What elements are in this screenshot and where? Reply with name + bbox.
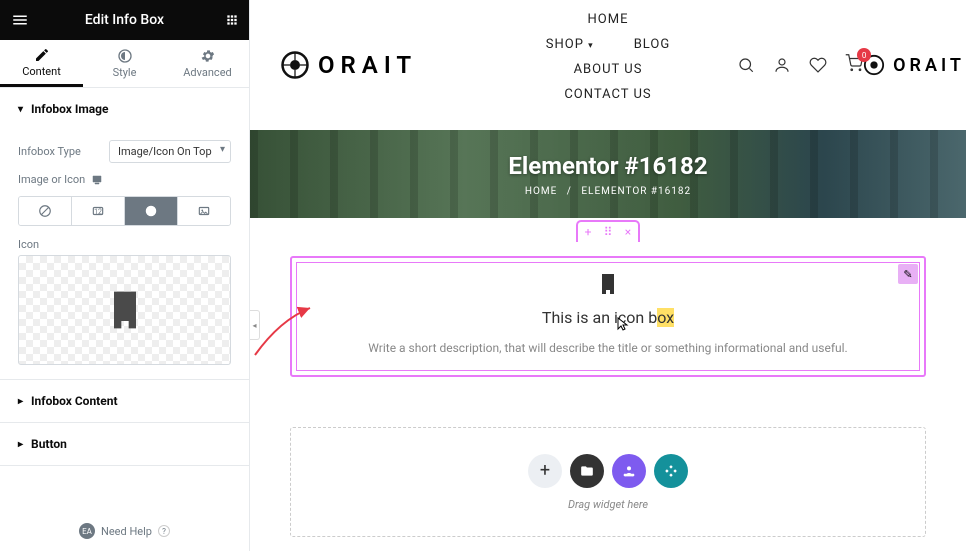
section-infobox-image: ▾ Infobox Image Infobox Type Image/Icon … — [0, 88, 249, 380]
field-infobox-type: Infobox Type Image/Icon On Top — [18, 140, 231, 163]
section-button-toggle[interactable]: ▸ Button — [0, 423, 249, 465]
segment-image[interactable] — [177, 197, 230, 225]
heart-icon[interactable] — [809, 56, 827, 74]
template-library-button[interactable] — [570, 454, 604, 488]
field-image-or-icon: Image or Icon — [18, 173, 231, 186]
preview-canvas: ORAIT HOME SHOP ▾ BLOG ABOUT US CONTACT … — [250, 0, 966, 551]
widget-close-button[interactable]: × — [618, 222, 638, 242]
caret-right-icon: ▸ — [18, 439, 23, 450]
menu-icon[interactable] — [0, 0, 40, 40]
infobox-description: Write a short description, that will des… — [312, 341, 904, 355]
image-or-icon-segments: 12 — [18, 196, 231, 226]
widget-add-button[interactable]: + — [578, 222, 598, 242]
infobox-title: This is an icon box — [312, 308, 904, 327]
tab-style-label: Style — [113, 66, 137, 79]
segment-none[interactable] — [19, 197, 71, 225]
ea-templates-button[interactable] — [612, 454, 646, 488]
cart-icon[interactable]: 0 — [845, 54, 863, 76]
brand-text: ORAIT — [893, 55, 965, 76]
image-or-icon-label: Image or Icon — [18, 173, 103, 186]
segment-number[interactable]: 12 — [71, 197, 124, 225]
nav-about[interactable]: ABOUT US — [574, 62, 643, 77]
site-header: ORAIT HOME SHOP ▾ BLOG ABOUT US CONTACT … — [250, 0, 966, 130]
infobox-type-select[interactable]: Image/Icon On Top — [109, 140, 231, 163]
breadcrumb-sep: / — [567, 186, 572, 197]
section-button: ▸ Button — [0, 423, 249, 466]
tab-content[interactable]: Content — [0, 40, 83, 87]
tab-style[interactable]: Style — [83, 40, 166, 87]
desktop-icon — [91, 174, 103, 186]
sidebar-body: ▾ Infobox Image Infobox Type Image/Icon … — [0, 88, 249, 511]
icon-label: Icon — [18, 238, 231, 251]
ea-badge[interactable]: EA — [79, 523, 95, 539]
widget-drag-handle[interactable]: ⠿ — [598, 222, 618, 242]
tab-advanced-label: Advanced — [183, 66, 231, 79]
user-icon[interactable] — [773, 56, 791, 74]
breadcrumb-home[interactable]: HOME — [525, 186, 557, 197]
tab-advanced[interactable]: Advanced — [166, 40, 249, 87]
segment-icon[interactable] — [124, 197, 177, 225]
caret-right-icon: ▸ — [18, 396, 23, 407]
logo-icon — [280, 50, 310, 80]
chevron-down-icon: ▾ — [588, 41, 594, 51]
need-help-link[interactable]: Need Help — [101, 525, 152, 538]
section-infobox-content-toggle[interactable]: ▸ Infobox Content — [0, 380, 249, 422]
nav-contact[interactable]: CONTACT US — [564, 87, 651, 102]
header-icons: 0 — [737, 54, 863, 76]
infobox-icon — [312, 272, 904, 300]
logo-right[interactable]: ORAIT — [863, 54, 965, 76]
nav-blog[interactable]: BLOG — [634, 37, 671, 52]
edit-widget-button[interactable]: ✎ — [898, 264, 918, 284]
svg-text:12: 12 — [94, 208, 102, 216]
sidebar-collapse-handle[interactable]: ◂ — [250, 310, 260, 340]
sidebar-header: Edit Info Box — [0, 0, 249, 40]
page-title: Elementor #16182 — [508, 152, 707, 180]
main-nav: HOME SHOP ▾ BLOG ABOUT US CONTACT US — [478, 0, 738, 102]
widget-controls: + ⠿ × — [576, 220, 640, 242]
brand-text: ORAIT — [318, 51, 417, 79]
sidebar-tabs: Content Style Advanced — [0, 40, 249, 88]
drop-zone-buttons: + — [528, 454, 688, 488]
hero-banner: Elementor #16182 HOME / ELEMENTOR #16182 — [250, 130, 966, 218]
add-section-button[interactable]: + — [528, 454, 562, 488]
building-icon — [596, 272, 620, 296]
tab-content-label: Content — [22, 65, 61, 78]
nav-home[interactable]: HOME — [588, 12, 629, 27]
elementor-sidebar: Edit Info Box Content Style Advanced ▾ I… — [0, 0, 250, 551]
icon-picker[interactable] — [18, 255, 231, 365]
section-infobox-image-toggle[interactable]: ▾ Infobox Image — [0, 88, 249, 130]
breadcrumb-current: ELEMENTOR #16182 — [581, 186, 691, 197]
editor-stage: + ⠿ × ✎ This is an icon box Write a shor… — [250, 218, 966, 551]
logo-left[interactable]: ORAIT — [280, 50, 417, 80]
infobox-widget[interactable]: ✎ This is an icon box Write a short desc… — [290, 256, 926, 377]
sidebar-footer: EA Need Help ? — [0, 511, 249, 551]
infobox-type-label: Infobox Type — [18, 145, 81, 158]
caret-down-icon: ▾ — [18, 104, 23, 115]
help-icon[interactable]: ? — [158, 525, 170, 537]
search-icon[interactable] — [737, 56, 755, 74]
apps-icon[interactable] — [215, 0, 249, 40]
building-icon — [103, 288, 147, 332]
breadcrumb: HOME / ELEMENTOR #16182 — [525, 186, 691, 197]
drop-zone-hint: Drag widget here — [568, 498, 648, 511]
nav-shop[interactable]: SHOP ▾ — [546, 37, 594, 52]
drop-zone[interactable]: + Drag widget here — [290, 427, 926, 537]
joomla-button[interactable] — [654, 454, 688, 488]
section-infobox-content: ▸ Infobox Content — [0, 380, 249, 423]
